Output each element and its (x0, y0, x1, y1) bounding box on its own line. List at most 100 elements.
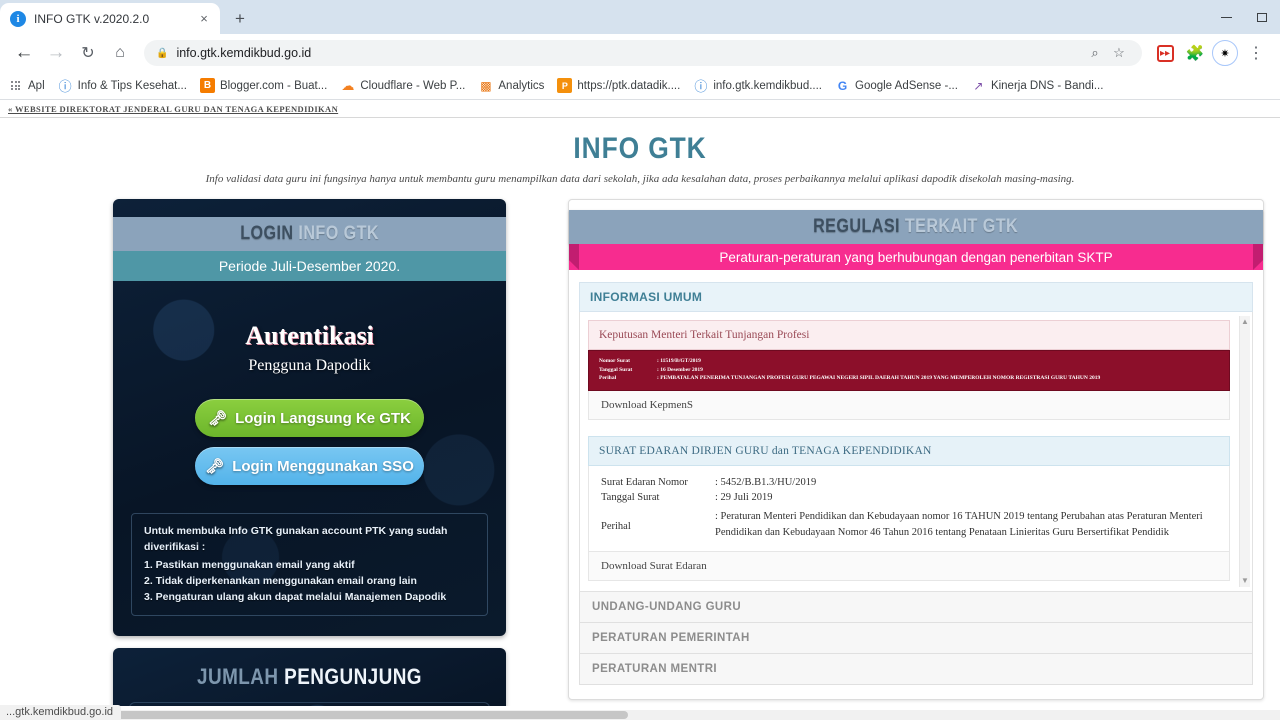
page-subtitle: Info validasi data guru ini fungsinya ha… (205, 173, 1075, 185)
google-icon: G (837, 78, 848, 93)
bookmark-star-icon[interactable]: ☆ (1108, 42, 1130, 64)
horizontal-scrollbar[interactable] (0, 710, 1280, 720)
right-column: REGULASI TERKAIT GTK Peraturan-peraturan… (518, 199, 1272, 706)
notice-line: Untuk membuka Info GTK gunakan account P… (144, 525, 448, 554)
bookmark-label: Google AdSense -... (855, 79, 958, 92)
surat-edaran-section-header: SURAT EDARAN DIRJEN GURU dan TENAGA KEPE… (588, 435, 1230, 466)
bookmark-analytics[interactable]: ▩ Analytics (478, 78, 544, 93)
scroll-up-icon[interactable]: ▲ (1241, 318, 1249, 326)
accordion-informasi-umum[interactable]: INFORMASI UMUM (579, 282, 1253, 312)
perihal-line-2: Pendidikan dan Kebudayaan Nomor 46 Tahun… (715, 526, 1169, 538)
field-key: Tanggal Surat (601, 492, 660, 504)
regulasi-panel: REGULASI TERKAIT GTK Peraturan-peraturan… (568, 199, 1264, 700)
login-notice: Untuk membuka Info GTK gunakan account P… (131, 513, 488, 617)
bookmark-label: Kinerja DNS - Bandi... (990, 79, 1104, 92)
bookmarks-bar: Apl ⓘ Info & Tips Kesehat... B Blogger.c… (0, 72, 1280, 100)
notice-line: 1. Pastikan menggunakan email yang aktif (144, 558, 355, 571)
tab-info-gtk[interactable]: i INFO GTK v.2020.2.0 × (0, 3, 220, 34)
bookmark-apps[interactable]: Apl (8, 78, 45, 93)
bookmark-label: Cloudflare - Web P... (360, 79, 466, 92)
address-bar-url: info.gtk.kemdikbud.go.id (176, 46, 312, 60)
key-icon: 🗝 (205, 458, 225, 475)
regulasi-ribbon-strong: REGULASI (813, 216, 901, 237)
page-content: « WEBSITE DIREKTORAT JENDERAL GURU DAN T… (0, 100, 1280, 706)
kepmen-heading: Keputusan Menteri Terkait Tunjangan Prof… (599, 329, 810, 341)
bookmark-label: Apl (28, 79, 45, 92)
back-icon[interactable]: ← (10, 39, 38, 67)
field-value: : 11519/B/GT/2019 (657, 358, 701, 364)
regulasi-ribbon: REGULASI TERKAIT GTK (569, 210, 1263, 253)
address-bar[interactable]: 🔒 info.gtk.kemdikbud.go.id ⌕ ☆ (144, 40, 1142, 66)
accordion-peraturan-mentri[interactable]: PERATURAN MENTRI (579, 654, 1253, 685)
bookmark-ptk-datadik[interactable]: P https://ptk.datadik.... (557, 78, 680, 93)
extension-badge-icon[interactable]: ▸▸ (1152, 40, 1178, 66)
reload-icon[interactable]: ↻ (74, 39, 102, 67)
regulasi-ribbon-light: TERKAIT GTK (905, 216, 1019, 237)
page-title: INFO GTK (573, 132, 707, 165)
field-key: Perihal (601, 521, 631, 533)
blogger-icon: B (199, 78, 215, 93)
field-value: : 5452/B.B1.3/HU/2019 (715, 476, 817, 488)
home-icon[interactable]: ⌂ (106, 39, 134, 67)
zoom-icon[interactable]: ⌕ (1084, 42, 1106, 64)
field-key: Perihal (599, 375, 617, 382)
bookmark-info-tips[interactable]: ⓘ Info & Tips Kesehat... (58, 78, 187, 94)
visitors-title: JUMLAH PENGUNJUNG (141, 664, 479, 690)
login-ribbon: LOGIN INFO GTK (113, 217, 506, 251)
close-icon[interactable]: × (196, 11, 212, 27)
dns-icon: ↗ (973, 78, 984, 93)
login-ribbon-light: INFO GTK (298, 223, 379, 244)
login-card: LOGIN INFO GTK Periode Juli-Desember 202… (113, 199, 506, 636)
bookmark-label: Analytics (498, 79, 545, 92)
download-surat-edaran-link[interactable]: Download Surat Edaran (588, 551, 1230, 581)
accordion-undang-undang-guru[interactable]: UNDANG-UNDANG GURU (579, 592, 1253, 623)
key-icon: 🗝 (208, 410, 228, 427)
menu-icon[interactable]: ⋮ (1242, 39, 1270, 67)
bookmark-info-gtk[interactable]: ⓘ info.gtk.kemdikbud.... (693, 78, 822, 94)
field-value: : Peraturan Menteri Pendidikan dan Kebud… (715, 509, 1217, 541)
visitors-card: JUMLAH PENGUNJUNG Pengunjung hari ini : … (113, 648, 506, 706)
login-langsung-label: Login Langsung Ke GTK (235, 409, 411, 427)
directorate-website-link[interactable]: « WEBSITE DIREKTORAT JENDERAL GURU DAN T… (8, 104, 338, 114)
table-row: Perihal : PEMBATALAN PENERIMA TUNJANGAN … (599, 374, 1219, 383)
bookmark-label: Blogger.com - Buat... (219, 79, 328, 92)
status-url: ...gtk.kemdikbud.go.id (0, 704, 122, 720)
download-kepmen-link[interactable]: Download KepmenS (588, 390, 1230, 420)
lifebuoy-icon: ⓘ (58, 79, 72, 94)
bookmark-google-adsense[interactable]: G Google AdSense -... (835, 78, 958, 93)
login-sso-button[interactable]: 🗝 Login Menggunakan SSO (195, 447, 424, 485)
bookmark-kinerja-dns[interactable]: ↗ Kinerja DNS - Bandi... (971, 78, 1104, 93)
field-value: : 16 Desember 2019 (657, 366, 703, 373)
table-row: Tanggal Surat : 29 Juli 2019 (601, 490, 1217, 506)
inner-scrollbar[interactable]: ▲ ▼ (1239, 316, 1250, 587)
extensions-puzzle-icon[interactable]: 🧩 (1182, 40, 1208, 66)
visitors-list: Pengunjung hari ini : — Pengunjung mingg… (129, 702, 490, 706)
bookmark-cloudflare[interactable]: ☁ Cloudflare - Web P... (340, 78, 465, 93)
field-value: : PEMBATALAN PENERIMA TUNJANGAN PROFESI … (657, 375, 1101, 382)
scroll-down-icon[interactable]: ▼ (1241, 577, 1249, 585)
bookmark-blogger[interactable]: B Blogger.com - Buat... (199, 78, 328, 93)
minimize-button[interactable] (1208, 2, 1244, 32)
status-bar: ...gtk.kemdikbud.go.id (0, 704, 122, 720)
table-row: Surat Edaran Nomor : 5452/B.B1.3/HU/2019 (601, 475, 1217, 491)
surat-edaran-heading: SURAT EDARAN DIRJEN GURU dan TENAGA KEPE… (599, 444, 932, 457)
sktp-banner: Peraturan-peraturan yang berhubungan den… (569, 244, 1263, 270)
profile-avatar[interactable]: ✷ (1212, 40, 1238, 66)
login-langsung-button[interactable]: 🗝 Login Langsung Ke GTK (195, 399, 424, 437)
maximize-button[interactable] (1244, 2, 1280, 32)
accordion-peraturan-pemerintah[interactable]: PERATURAN PEMERINTAH (579, 623, 1253, 654)
table-row: Perihal : Peraturan Menteri Pendidikan d… (601, 509, 1217, 541)
bookmark-label: info.gtk.kemdikbud.... (713, 79, 822, 92)
regulasi-accordion: INFORMASI UMUM ▲ ▼ Keputusan Menteri Ter… (579, 282, 1253, 685)
table-row: Nomor Surat : 11519/B/GT/2019 (599, 357, 1219, 366)
navigation-bar: ← → ↻ ⌂ 🔒 info.gtk.kemdikbud.go.id ⌕ ☆ ▸… (0, 34, 1280, 72)
left-column: LOGIN INFO GTK Periode Juli-Desember 202… (8, 199, 518, 706)
bookmark-label: Info & Tips Kesehat... (77, 79, 187, 92)
auth-subtitle: Pengguna Dapodik (248, 357, 371, 374)
forward-icon[interactable]: → (42, 39, 70, 67)
apps-grid-icon (8, 78, 23, 93)
kepmen-section-header: Keputusan Menteri Terkait Tunjangan Prof… (588, 320, 1230, 350)
field-key: Nomor Surat (599, 358, 630, 364)
new-tab-button[interactable]: + (226, 4, 254, 32)
notice-line: 2. Tidak diperkenankan menggunakan email… (144, 574, 417, 587)
